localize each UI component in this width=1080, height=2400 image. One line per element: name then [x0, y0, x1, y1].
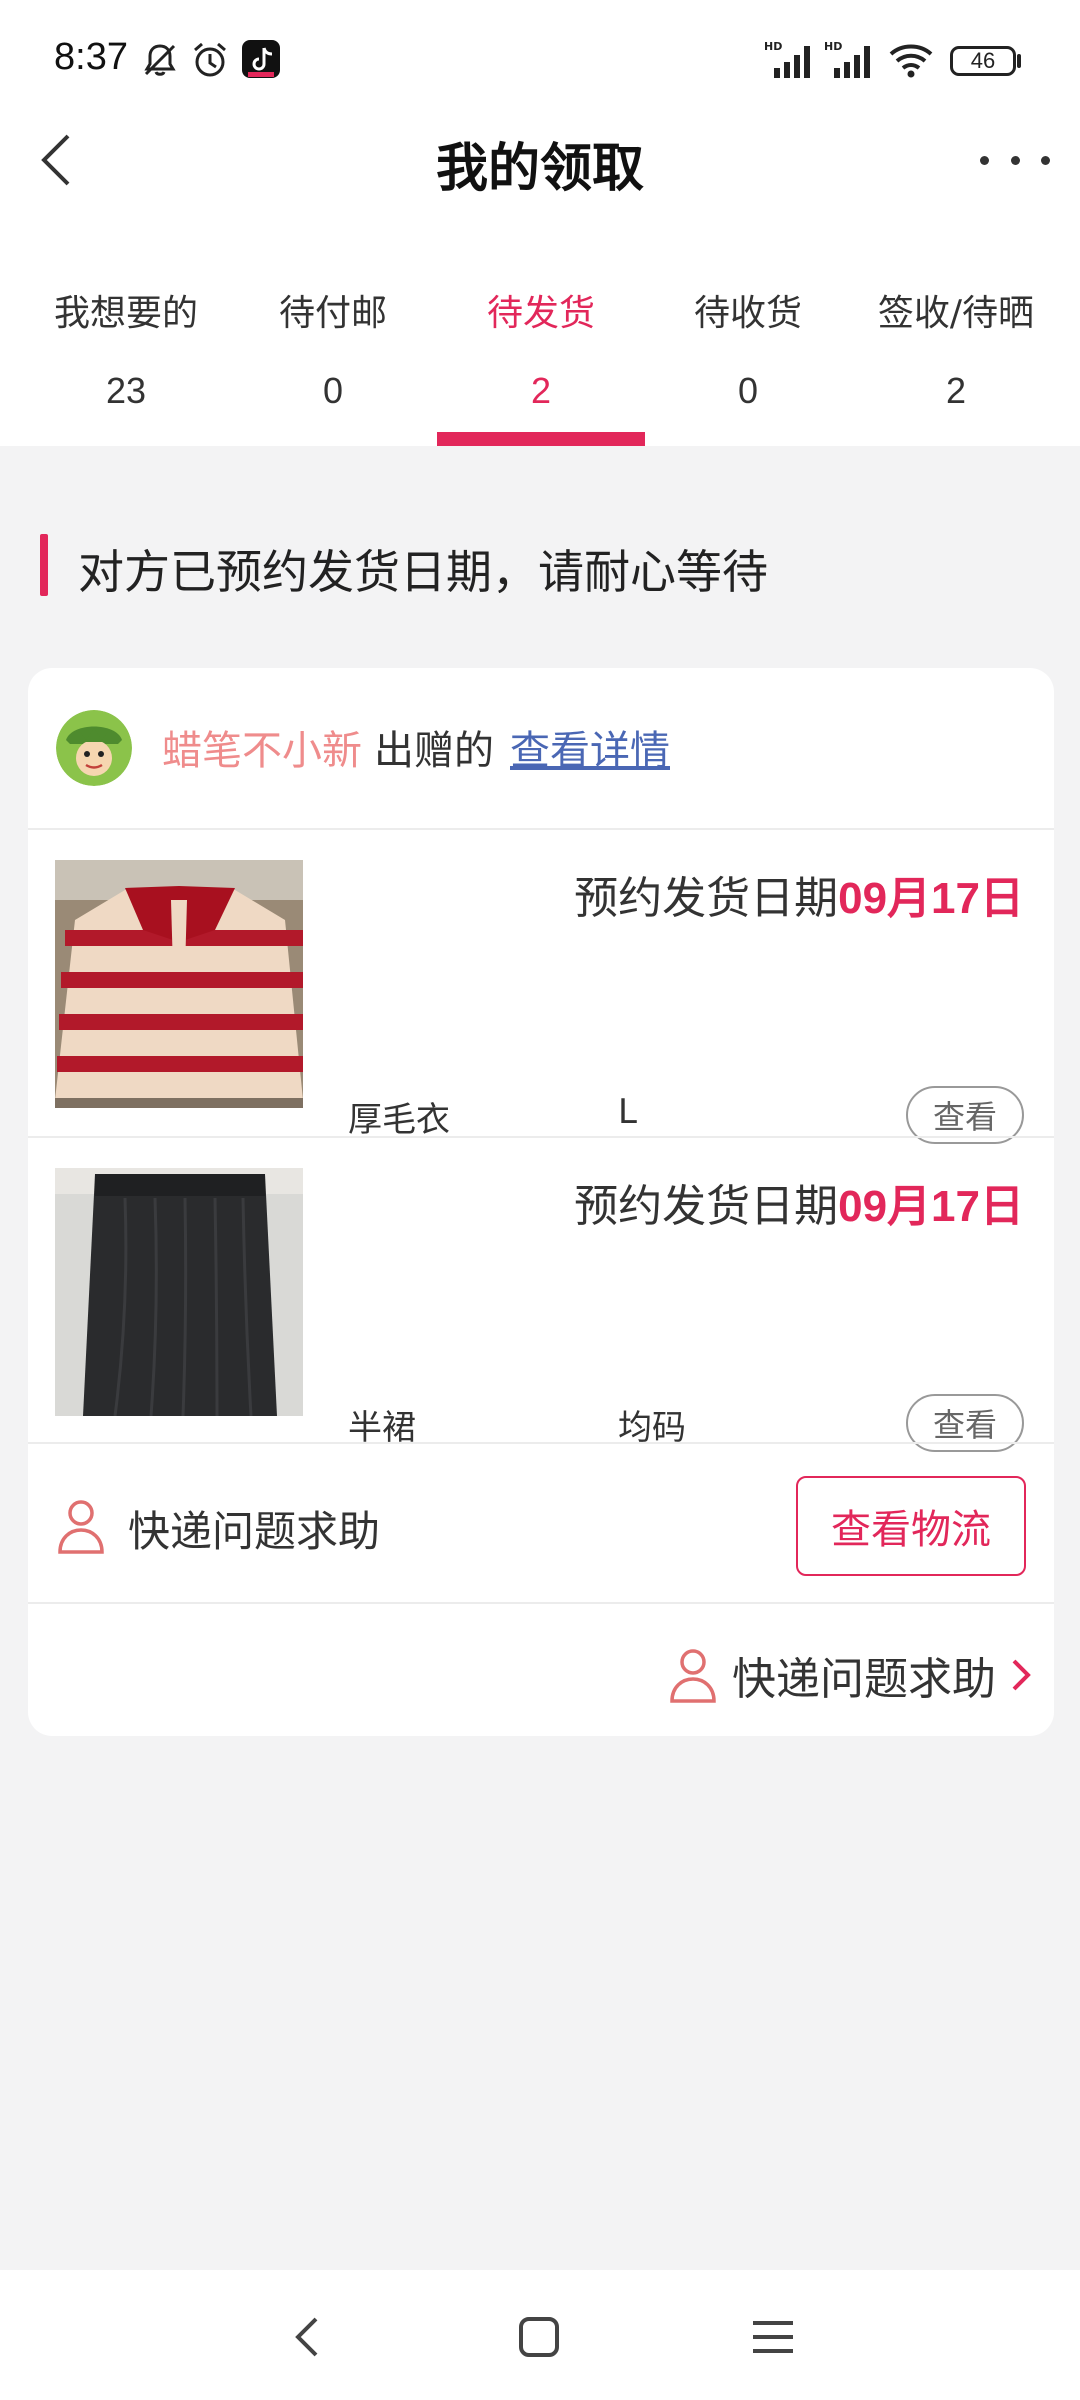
battery-level: 46	[970, 48, 996, 73]
wifi-icon	[889, 44, 933, 78]
giver-suffix: 出赠的	[374, 728, 494, 774]
nav-back-button[interactable]	[272, 2302, 342, 2372]
alarm-icon	[194, 42, 226, 77]
active-tab-indicator	[437, 432, 645, 446]
ship-date-label: 预约发货日期	[574, 873, 839, 924]
svg-text:HD: HD	[764, 40, 782, 53]
signal-icon: HD	[764, 40, 810, 78]
tab-label: 待收货	[693, 293, 802, 334]
list-item[interactable]: 预约发货日期09月17日 半裙 均码 查看	[28, 1138, 1054, 1452]
back-icon	[295, 2317, 318, 2357]
tab-count: 23	[105, 370, 147, 411]
more-button[interactable]	[980, 140, 1050, 180]
help-text[interactable]: 快递问题求助	[128, 1498, 380, 1559]
ship-date-label: 预约发货日期	[574, 1181, 839, 1232]
avatar[interactable]	[56, 710, 132, 786]
ship-date-value: 09月17日	[838, 1182, 1024, 1231]
tab-label: 待发货	[486, 293, 595, 334]
item-size: L	[618, 1092, 637, 1132]
help-link-label: 快递问题求助	[732, 1654, 996, 1705]
tab-wanted[interactable]: 我想要的 23	[22, 250, 230, 446]
user-icon	[58, 1500, 104, 1554]
nav-home-button[interactable]	[504, 2302, 574, 2372]
help-row: 快递问题求助 查看物流	[28, 1442, 1054, 1602]
battery-tip	[1017, 54, 1021, 68]
signal-icon: HD	[824, 40, 870, 78]
more-icon	[980, 155, 989, 165]
tab-label: 待付邮	[278, 293, 387, 334]
tab-signed-review[interactable]: 签收/待晒 2	[852, 250, 1060, 446]
chevron-right-icon	[1012, 1659, 1031, 1691]
home-icon	[519, 2317, 559, 2357]
ship-date: 预约发货日期09月17日	[574, 862, 1024, 926]
banner-accent-bar	[40, 534, 48, 596]
tab-bar: 我想要的 23 待付邮 0 待发货 2 待收货 0 签收/待晒 2	[0, 250, 1080, 446]
giver-info: 蜡笔不小新 出赠的 查看详情	[162, 718, 670, 776]
tab-count: 0	[737, 370, 759, 411]
tab-pending-postage[interactable]: 待付邮 0	[229, 250, 437, 446]
bell-off-icon	[144, 44, 176, 76]
status-time: 8:37	[54, 36, 128, 78]
ship-date-value: 09月17日	[838, 874, 1024, 923]
tab-count: 2	[945, 370, 967, 411]
banner-text: 对方已预约发货日期，请耐心等待	[78, 545, 768, 599]
giver-name[interactable]: 蜡笔不小新	[162, 728, 362, 774]
ship-date: 预约发货日期09月17日	[574, 1170, 1024, 1234]
courier-help-link[interactable]: 快递问题求助	[668, 1640, 1032, 1710]
battery-icon: 46	[950, 46, 1016, 76]
system-nav-bar	[0, 2270, 1080, 2400]
list-item[interactable]: 预约发货日期09月17日 厚毛衣 L 查看	[28, 830, 1054, 1144]
tiktok-icon	[242, 40, 280, 78]
tab-count: 2	[530, 370, 552, 411]
view-details-link[interactable]: 查看详情	[510, 728, 670, 774]
nav-menu-button[interactable]	[738, 2302, 808, 2372]
tab-count: 0	[322, 370, 344, 411]
svg-text:HD: HD	[824, 40, 842, 53]
tab-pending-receipt[interactable]: 待收货 0	[644, 250, 852, 446]
order-card: 蜡笔不小新 出赠的 查看详情 预约发货日期09月17日 厚毛衣 L 查看 预约发…	[28, 668, 1054, 1736]
view-logistics-button[interactable]: 查看物流	[796, 1476, 1026, 1576]
tab-pending-shipment[interactable]: 待发货 2	[437, 250, 645, 446]
menu-icon	[753, 2321, 793, 2353]
page-title: 我的领取	[435, 139, 644, 199]
user-icon	[670, 1649, 716, 1703]
tab-label: 我想要的	[53, 293, 198, 334]
status-bar: 8:37 HD HD 46	[0, 0, 1080, 120]
item-image-sweater[interactable]	[55, 860, 303, 1108]
tab-label: 签收/待晒	[877, 293, 1035, 334]
item-name: 厚毛衣	[348, 1100, 450, 1140]
giver-row: 蜡笔不小新 出赠的 查看详情	[28, 668, 1054, 828]
help-link-row: 快递问题求助	[28, 1604, 1054, 1736]
item-image-skirt[interactable]	[55, 1168, 303, 1416]
